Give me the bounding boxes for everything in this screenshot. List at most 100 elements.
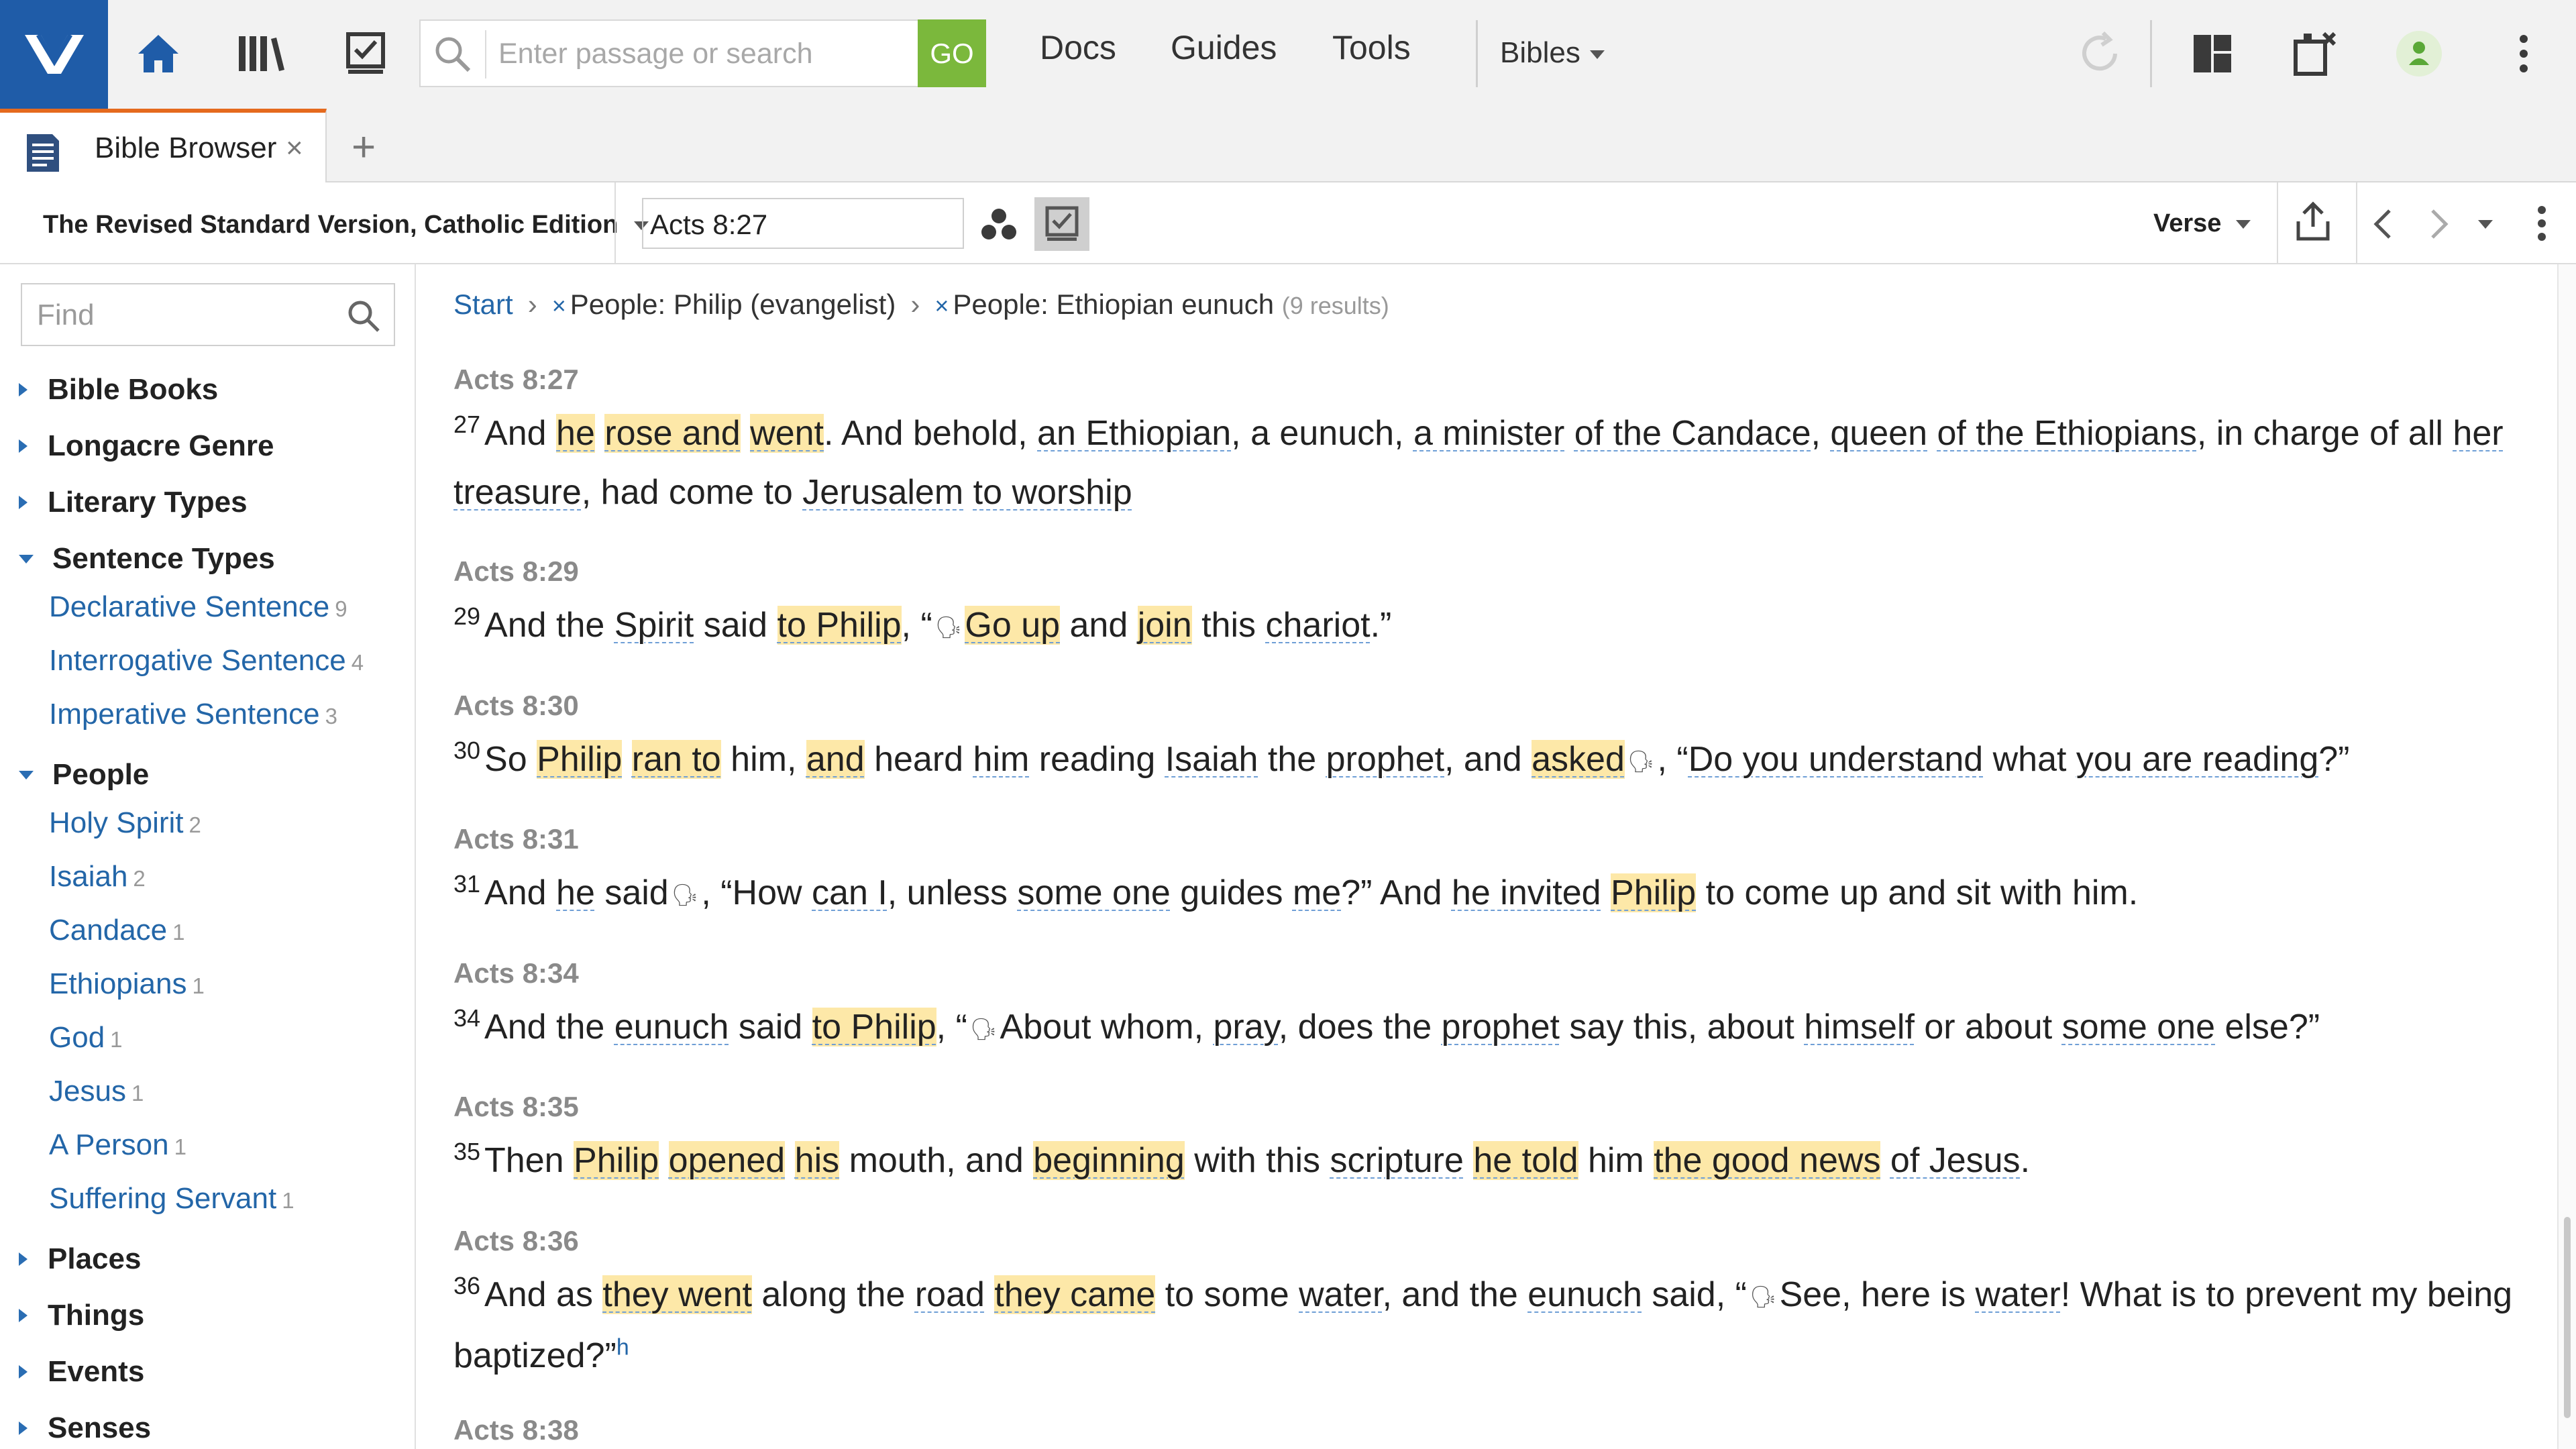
section-events[interactable]: Events bbox=[19, 1355, 144, 1389]
highlighted-word[interactable]: asked bbox=[1532, 740, 1625, 779]
highlighted-word[interactable]: beginning bbox=[1033, 1141, 1185, 1180]
search-icon[interactable] bbox=[345, 298, 382, 337]
highlighted-word[interactable]: ran to bbox=[631, 740, 721, 779]
tagged-word[interactable]: chariot bbox=[1265, 606, 1370, 645]
panel-menu-icon[interactable] bbox=[2537, 205, 2546, 245]
breadcrumb-start[interactable]: Start bbox=[453, 288, 513, 320]
close-panels-icon[interactable] bbox=[2282, 20, 2349, 87]
section-bible-books[interactable]: Bible Books bbox=[19, 373, 218, 407]
tagged-word[interactable]: eunuch bbox=[1527, 1275, 1642, 1314]
section-literary-types[interactable]: Literary Types bbox=[19, 486, 248, 519]
back-arrow-icon[interactable] bbox=[2372, 208, 2392, 244]
tagged-word[interactable]: he invited bbox=[1452, 873, 1601, 912]
bible-version-selector[interactable]: The Revised Standard Version, Catholic E… bbox=[43, 211, 649, 239]
forward-arrow-icon[interactable] bbox=[2430, 208, 2450, 244]
tab-bible-browser[interactable]: Bible Browser × bbox=[0, 109, 327, 182]
sidebar-item-isaiah[interactable]: Isaiah 2 bbox=[49, 860, 146, 894]
tagged-word[interactable]: you are reading bbox=[2076, 740, 2318, 779]
library-icon[interactable] bbox=[228, 20, 295, 87]
tagged-word[interactable]: can I bbox=[812, 873, 888, 912]
logos-icon[interactable] bbox=[0, 0, 108, 109]
layout-icon[interactable] bbox=[2179, 20, 2246, 87]
highlighted-word[interactable]: Philip bbox=[574, 1141, 659, 1180]
tagged-word[interactable]: of Jesus bbox=[1890, 1141, 2021, 1180]
highlighted-word[interactable]: he told bbox=[1473, 1141, 1578, 1180]
verse-reference[interactable]: Acts 8:36 bbox=[453, 1221, 2540, 1261]
highlighted-word[interactable]: his bbox=[794, 1141, 840, 1180]
tagged-word[interactable]: him bbox=[973, 740, 1030, 779]
highlighted-word[interactable]: Philip bbox=[1611, 873, 1697, 912]
breadcrumb-filter-philip[interactable]: People: Philip (evangelist) bbox=[570, 288, 896, 320]
remove-filter-icon[interactable]: × bbox=[552, 292, 566, 319]
sidebar-item-ethiopians[interactable]: Ethiopians 1 bbox=[49, 967, 205, 1001]
sidebar-item-candace[interactable]: Candace 1 bbox=[49, 914, 185, 947]
sidebar-item-jesus[interactable]: Jesus 1 bbox=[49, 1075, 144, 1108]
remove-filter-icon[interactable]: × bbox=[934, 292, 949, 319]
speech-icon[interactable]: 🗣︎ bbox=[970, 1000, 998, 1059]
speech-icon[interactable]: 🗣︎ bbox=[1750, 1267, 1777, 1326]
docs-menu[interactable]: Docs bbox=[1040, 28, 1116, 67]
close-tab-icon[interactable]: × bbox=[286, 131, 303, 165]
tagged-word[interactable]: an Ethiopian bbox=[1037, 414, 1231, 453]
highlighted-word[interactable]: to Philip bbox=[812, 1008, 936, 1046]
verse-reference[interactable]: Acts 8:30 bbox=[453, 686, 2540, 726]
history-dropdown-icon[interactable] bbox=[2478, 220, 2493, 229]
tagged-word[interactable]: Do you understand bbox=[1688, 740, 1983, 779]
verse-reference[interactable]: Acts 8:31 bbox=[453, 819, 2540, 859]
tagged-word[interactable]: of the Ethiopians bbox=[1937, 414, 2196, 453]
tagged-word[interactable]: he bbox=[556, 873, 595, 912]
visual-filters-icon[interactable] bbox=[981, 208, 1017, 244]
highlighted-word[interactable]: Philip bbox=[537, 740, 623, 779]
verse-reference[interactable]: Acts 8:35 bbox=[453, 1087, 2540, 1127]
go-button[interactable]: GO bbox=[918, 19, 986, 87]
verse-reference[interactable]: Acts 8:29 bbox=[453, 551, 2540, 592]
add-tab-icon[interactable]: + bbox=[352, 123, 376, 171]
highlighted-word[interactable]: he bbox=[556, 414, 595, 453]
tagged-word[interactable]: Isaiah bbox=[1165, 740, 1258, 779]
footnote-link[interactable]: h bbox=[616, 1335, 629, 1360]
highlighted-word[interactable]: they went bbox=[602, 1275, 752, 1314]
highlighted-word[interactable]: join bbox=[1137, 606, 1192, 645]
section-longacre-genre[interactable]: Longacre Genre bbox=[19, 429, 274, 463]
highlighted-word[interactable]: Go up bbox=[965, 606, 1061, 645]
tagged-word[interactable]: Spirit bbox=[614, 606, 694, 645]
user-icon[interactable] bbox=[2385, 20, 2453, 87]
tagged-word[interactable]: some one bbox=[1017, 873, 1170, 912]
tagged-word[interactable]: road bbox=[915, 1275, 985, 1314]
highlighted-word[interactable]: went bbox=[750, 414, 824, 453]
highlighted-word[interactable]: opened bbox=[668, 1141, 786, 1180]
tagged-word[interactable]: some one bbox=[2062, 1008, 2215, 1046]
kebab-icon[interactable] bbox=[2490, 20, 2557, 87]
verse-reference[interactable]: Acts 8:38 bbox=[453, 1410, 2540, 1449]
breadcrumb-filter-eunuch[interactable]: People: Ethiopian eunuch bbox=[953, 288, 1274, 320]
section-people[interactable]: People bbox=[19, 758, 149, 792]
tagged-word[interactable]: to worship bbox=[973, 473, 1132, 512]
verse-reference[interactable]: Acts 8:34 bbox=[453, 953, 2540, 994]
sidebar-item-declarative-sentence[interactable]: Declarative Sentence 9 bbox=[49, 590, 347, 624]
home-icon[interactable] bbox=[125, 20, 192, 87]
section-things[interactable]: Things bbox=[19, 1299, 144, 1332]
highlighted-word[interactable]: rose and bbox=[604, 414, 741, 453]
tagged-word[interactable]: himself bbox=[1804, 1008, 1915, 1046]
highlighted-word[interactable]: they came bbox=[994, 1275, 1156, 1314]
speech-icon[interactable]: 🗣︎ bbox=[935, 598, 963, 657]
highlighted-word[interactable]: to Philip bbox=[777, 606, 902, 645]
find-input[interactable] bbox=[37, 294, 339, 337]
tools-menu[interactable]: Tools bbox=[1332, 28, 1411, 67]
tagged-word[interactable]: Jerusalem bbox=[802, 473, 963, 512]
bibles-menu[interactable]: Bibles bbox=[1500, 36, 1605, 70]
tagged-word[interactable]: queen bbox=[1830, 414, 1927, 453]
tagged-word[interactable]: eunuch bbox=[614, 1008, 729, 1046]
sidebar-item-imperative-sentence[interactable]: Imperative Sentence 3 bbox=[49, 698, 337, 731]
sidebar-item-god[interactable]: God 1 bbox=[49, 1021, 123, 1055]
sidebar-item-interrogative-sentence[interactable]: Interrogative Sentence 4 bbox=[49, 644, 364, 678]
sidebar-item-holy-spirit[interactable]: Holy Spirit 2 bbox=[49, 806, 201, 840]
checklist-icon[interactable] bbox=[332, 20, 399, 87]
view-mode-dropdown[interactable]: Verse bbox=[2153, 209, 2251, 238]
tagged-word[interactable]: me bbox=[1293, 873, 1341, 912]
highlighted-word[interactable]: the good news bbox=[1654, 1141, 1881, 1180]
tagged-word[interactable]: of the Candace bbox=[1574, 414, 1811, 453]
guides-menu[interactable]: Guides bbox=[1171, 28, 1277, 67]
tagged-word[interactable]: water bbox=[1299, 1275, 1382, 1314]
tagged-word[interactable]: scripture bbox=[1330, 1141, 1464, 1180]
